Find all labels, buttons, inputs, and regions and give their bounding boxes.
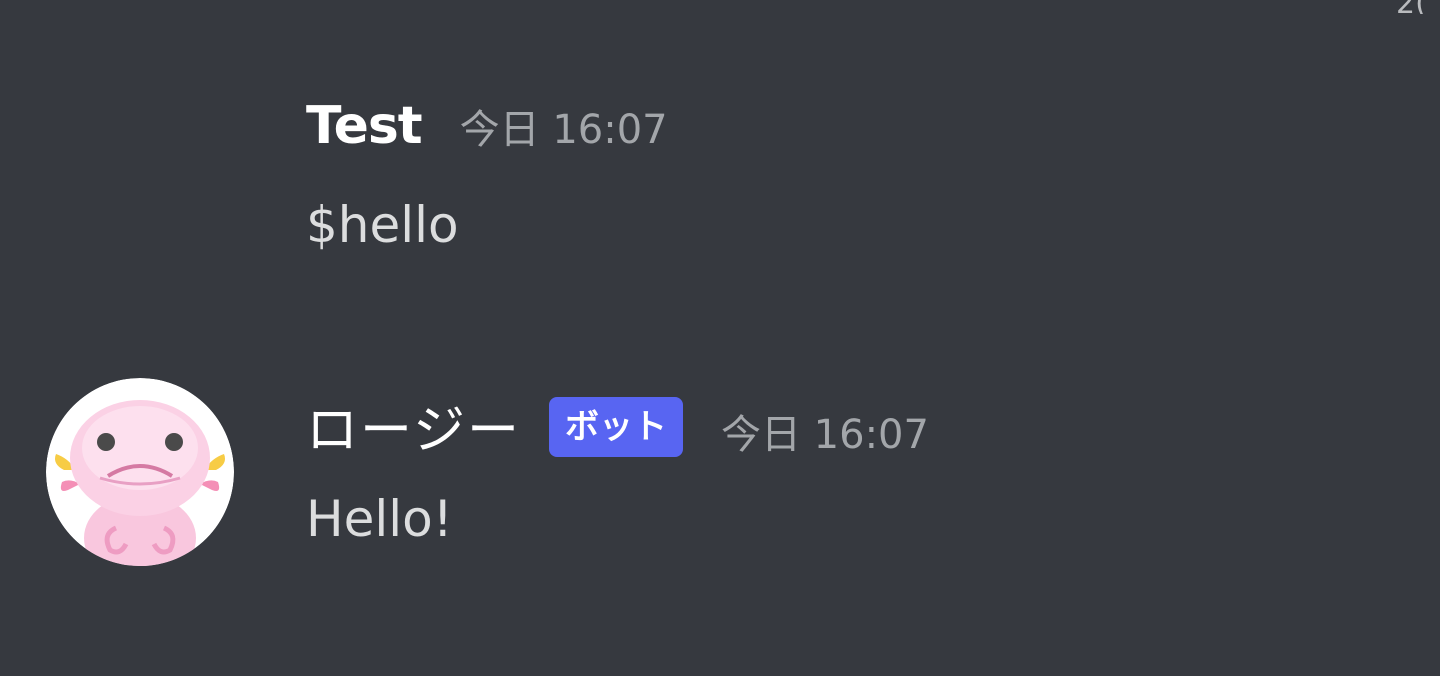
message-content: $hello — [306, 196, 459, 254]
message-author[interactable]: Test — [306, 96, 423, 156]
message-timestamp[interactable]: 今日 16:07 — [721, 402, 929, 460]
axolotl-avatar-icon[interactable] — [46, 378, 234, 566]
message-timestamp[interactable]: 今日 16:07 — [460, 97, 668, 155]
corner-cut-text: 2( — [1396, 0, 1440, 14]
chat-message-list: 2( Test 今日 16:07 $hello — [0, 0, 1440, 676]
message-header: ロージー ボット 今日 16:07 — [306, 388, 929, 467]
bot-badge: ボット — [548, 397, 683, 457]
message-header: Test 今日 16:07 — [306, 96, 668, 156]
message-author[interactable]: ロージー — [306, 388, 521, 463]
message-content: Hello! — [306, 490, 453, 548]
